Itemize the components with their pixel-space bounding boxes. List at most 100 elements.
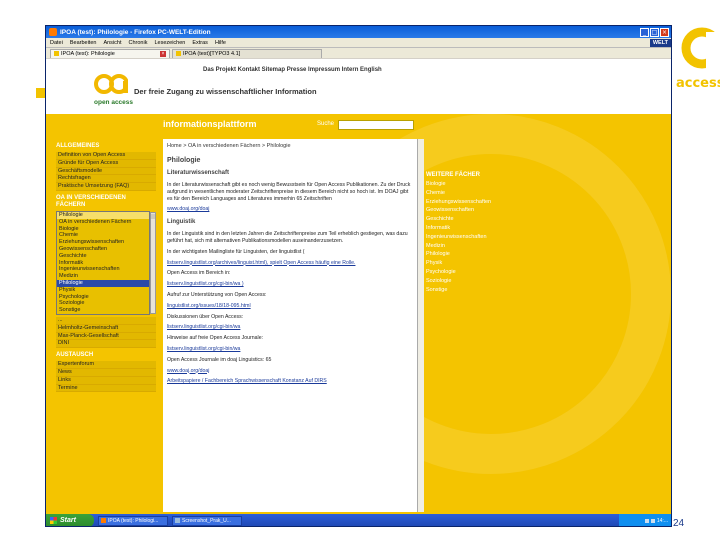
sidebar-item-max-planck[interactable]: Max-Planck-Gesellschaft <box>56 333 156 341</box>
subject-option[interactable]: Chemie <box>57 232 149 240</box>
subject-option[interactable]: Medizin <box>57 273 149 280</box>
subject-link[interactable]: Sonstige <box>426 286 536 295</box>
sidebar-item-termine[interactable]: Termine <box>56 385 156 393</box>
paragraph: In der Literaturwissenschaft gibt es noc… <box>167 182 411 202</box>
menu-datei[interactable]: Datei <box>50 40 63 46</box>
scroll-up-arrow-icon[interactable] <box>151 213 155 219</box>
subject-option[interactable]: Geschichte <box>57 252 149 260</box>
tray-icon[interactable] <box>644 518 649 523</box>
menu-lesezeichen[interactable]: Lesezeichen <box>154 40 185 46</box>
subject-link[interactable]: Psychologie <box>426 268 536 277</box>
sidebar-item-dini[interactable]: DINI <box>56 340 156 349</box>
subject-option[interactable]: Soziologie <box>57 300 149 308</box>
subject-link[interactable]: Chemie <box>426 189 536 198</box>
general-menu: Definition von Open Access Gründe für Op… <box>56 152 156 191</box>
pcwelt-brand: WELT <box>649 38 671 47</box>
section-heading-literature: Literaturwissenschaft <box>167 170 230 176</box>
tab-philologie[interactable]: IPOA (test): Philologie × <box>50 48 170 58</box>
start-button[interactable]: Start <box>46 514 94 526</box>
section-heading-linguistics: Linguistik <box>167 219 196 226</box>
sidebar-item-links[interactable]: Links <box>56 377 156 385</box>
minimize-button[interactable]: _ <box>640 27 649 37</box>
top-navigation[interactable]: Das Projekt Kontakt Sitemap Presse Impre… <box>203 67 382 73</box>
link-arbeitspapiere[interactable]: Arbeitspapiere / Fachbereich Sprachwisse… <box>167 378 413 385</box>
more-subjects-heading: WEITERE FÄCHER <box>426 172 480 178</box>
search-label: Suche <box>317 121 335 127</box>
document-icon <box>175 518 180 523</box>
menu-ansicht[interactable]: Ansicht <box>103 40 121 46</box>
sidebar-item-helmholtz[interactable]: Helmholtz-Gemeinschaft <box>56 325 156 333</box>
browser-window: IPOA (test): Philologie - Firefox PC-WEL… <box>45 25 672 527</box>
search-input[interactable] <box>338 120 414 130</box>
listbox-scrollbar[interactable] <box>150 211 156 314</box>
link-listserv-journals[interactable]: listserv.linguistlist.org/cgi-bin/wa <box>167 346 413 353</box>
menu-hilfe[interactable]: Hilfe <box>215 40 226 46</box>
web-page: Das Projekt Kontakt Sitemap Presse Impre… <box>46 59 671 514</box>
paragraph: In der wichtigsten Mailingliste für Ling… <box>167 248 305 255</box>
sidebar-item-geschaeftsmodelle[interactable]: Geschäftsmodelle <box>56 168 156 176</box>
subject-option[interactable]: Geowissenschaften <box>57 245 149 253</box>
title-bar: IPOA (test): Philologie - Firefox PC-WEL… <box>46 26 671 38</box>
sidebar-item-rechtsfragen[interactable]: Rechtsfragen <box>56 175 156 184</box>
subject-option[interactable]: Sonstige <box>57 307 149 314</box>
subject-option[interactable]: Psychologie <box>57 293 149 301</box>
subject-option[interactable]: Physik <box>57 286 149 294</box>
subject-link[interactable]: Geschichte <box>426 215 536 224</box>
window-controls: _ □ × <box>640 27 671 37</box>
sidebar-item-expertenforum[interactable]: Expertenforum <box>56 361 156 369</box>
link-listserv[interactable]: listserv.linguistlist.org/cgi-bin/wa ) <box>167 281 413 288</box>
more-menu: ... Helmholtz-Gemeinschaft Max-Planck-Ge… <box>56 316 156 349</box>
tab-close-icon[interactable]: × <box>160 50 166 57</box>
link-doaj-linguistics[interactable]: www.doaj.org/doaj <box>167 368 413 375</box>
task-label: Screenshot_Prak_U... <box>182 517 231 524</box>
close-button[interactable]: × <box>660 27 669 37</box>
paragraph: Open Access im Bereich in: <box>167 270 231 277</box>
subject-link[interactable]: Geowissenschaften <box>426 206 536 215</box>
taskbar-item-firefox[interactable]: IPOA (test): Philologi... <box>98 515 168 526</box>
logo-text: open access <box>94 99 134 106</box>
favicon-icon <box>176 51 181 56</box>
subject-option[interactable]: Erziehungswissenschaften <box>57 239 149 246</box>
subject-link[interactable]: Physik <box>426 259 536 268</box>
subject-link[interactable]: Medizin <box>426 242 536 251</box>
task-label: IPOA (test): Philologi... <box>108 517 159 524</box>
sidebar-item-more[interactable]: ... <box>56 317 156 325</box>
general-heading: ALLGEMEINES <box>56 143 100 149</box>
sidebar-item-definition[interactable]: Definition von Open Access <box>56 152 156 160</box>
subject-link[interactable]: Ingenieurwissenschaften <box>426 233 536 242</box>
subject-link[interactable]: Erziehungswissenschaften <box>426 198 536 207</box>
taskbar-item-screenshot[interactable]: Screenshot_Prak_U... <box>172 515 242 526</box>
subject-option[interactable]: OA in verschiedenen Fächern <box>57 218 149 226</box>
content-scrollbar[interactable] <box>417 139 424 512</box>
sidebar-item-faq[interactable]: Praktische Umsetzung (FAQ) <box>56 183 156 191</box>
tab-typo3[interactable]: IPOA (test)[TYPO3 4.1] <box>172 48 322 58</box>
open-access-logo-icon[interactable] <box>94 71 128 97</box>
subject-link[interactable]: Informatik <box>426 224 536 233</box>
breadcrumb[interactable]: Home > OA in verschiedenen Fächern > Phi… <box>167 143 413 149</box>
maximize-button[interactable]: □ <box>650 27 659 37</box>
link-listserv-discussion[interactable]: listserv.linguistlist.org/cgi-bin/wa <box>167 324 413 331</box>
subject-option[interactable]: Informatik <box>57 259 149 267</box>
subject-link[interactable]: Biologie <box>426 180 536 189</box>
sidebar-item-gruende[interactable]: Gründe für Open Access <box>56 160 156 168</box>
firefox-icon <box>49 28 57 36</box>
subject-selected-value[interactable]: Philologie <box>57 211 149 219</box>
subject-option[interactable]: Ingenieurwissenschaften <box>57 266 149 274</box>
tray-icon[interactable] <box>650 518 655 523</box>
windows-taskbar: Start IPOA (test): Philologi... Screensh… <box>46 514 671 526</box>
sidebar-item-news[interactable]: News <box>56 369 156 377</box>
subject-option-highlighted[interactable]: Philologie <box>57 279 149 287</box>
link-linguistlist-archives[interactable]: listserv.linguistlist.org/archives/lingu… <box>167 260 413 267</box>
link-linguistlist-issues[interactable]: linguistlist.org/issues/18/18-095.html <box>167 303 413 310</box>
subject-option[interactable]: Biologie <box>57 225 149 233</box>
subject-link[interactable]: Philologie <box>426 250 536 259</box>
clock: 14:... <box>656 517 668 524</box>
subject-link[interactable]: Soziologie <box>426 277 536 286</box>
background-logo-text: access <box>676 76 720 91</box>
menu-bearbeiten[interactable]: Bearbeiten <box>70 40 97 46</box>
link-doaj[interactable]: www.doaj.org/doaj <box>167 206 413 213</box>
menu-extras[interactable]: Extras <box>192 40 208 46</box>
subjects-listbox[interactable]: Philologie OA in verschiedenen Fächern B… <box>56 210 156 315</box>
presentation-slide: access IPOA (test): Philologie - Firefox… <box>0 0 720 540</box>
menu-chronik[interactable]: Chronik <box>129 40 148 46</box>
